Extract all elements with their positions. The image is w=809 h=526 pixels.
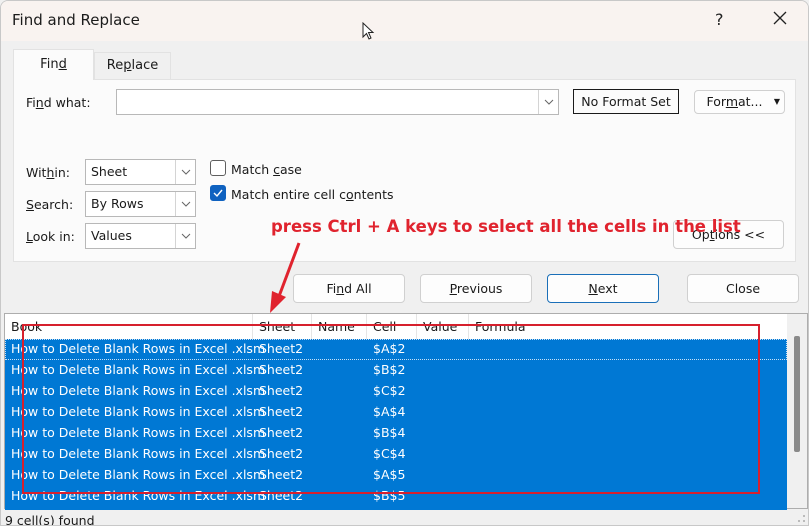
result-row[interactable]: How to Delete Blank Rows in Excel .xlsm S… [5,444,787,465]
look-in-label: Look in: [26,229,75,244]
cell-address: $A$5 [373,467,406,482]
cell-sheet: Sheet2 [259,341,304,356]
format-button[interactable]: Format... ▼ [694,90,785,114]
within-label: Within: [26,165,71,180]
cell-address: $B$4 [373,425,406,440]
search-dropdown-button[interactable] [175,192,195,216]
result-row[interactable]: How to Delete Blank Rows in Excel .xlsm S… [5,423,787,444]
chevron-down-icon [181,169,191,175]
format-preview: No Format Set [573,89,679,114]
cell-sheet: Sheet2 [259,404,304,419]
find-all-button[interactable]: Find All [293,274,405,303]
column-header-cell[interactable]: Cell [367,314,417,339]
within-select[interactable]: Sheet [85,159,196,185]
cell-address: $C$2 [373,383,406,398]
column-header-formula[interactable]: Formula [469,314,787,339]
result-row[interactable]: How to Delete Blank Rows in Excel .xlsm S… [5,465,787,486]
result-row[interactable]: How to Delete Blank Rows in Excel .xlsm S… [5,486,787,507]
column-header-book[interactable]: Book [5,314,253,339]
search-value: By Rows [91,196,144,211]
scrollbar-thumb[interactable] [794,336,800,452]
match-entire-cell-label[interactable]: Match entire cell contents [231,187,394,202]
cell-address: $B$2 [373,362,406,377]
cell-sheet: Sheet2 [259,467,304,482]
cell-book: How to Delete Blank Rows in Excel .xlsm [11,446,266,461]
result-row[interactable]: How to Delete Blank Rows in Excel .xlsm S… [5,360,787,381]
tab-replace-label: Re [106,58,124,73]
result-row[interactable]: How to Delete Blank Rows in Excel .xlsm S… [5,402,787,423]
close-button[interactable]: Close [687,274,799,303]
cell-sheet: Sheet2 [259,383,304,398]
cell-book: How to Delete Blank Rows in Excel .xlsm [11,404,266,419]
search-label: Search: [26,197,74,212]
cell-sheet: Sheet2 [259,488,304,503]
match-case-checkbox[interactable] [210,160,226,176]
look-in-dropdown-button[interactable] [175,224,195,248]
search-select[interactable]: By Rows [85,191,196,217]
tab-find-accesskey: d [58,57,67,72]
find-what-input[interactable] [120,93,535,111]
results-list[interactable]: Book Sheet Name Cell Value Formula How t… [4,313,808,510]
find-what-dropdown-button[interactable] [538,90,558,114]
find-what-combobox[interactable] [116,89,559,115]
column-header-value[interactable]: Value [417,314,469,339]
results-vertical-scrollbar[interactable] [787,314,807,508]
find-previous-button[interactable]: Previous [420,274,532,303]
checkmark-icon [213,189,223,198]
title-bar: Find and Replace ? [1,1,808,42]
cell-book: How to Delete Blank Rows in Excel .xlsm [11,425,266,440]
result-row[interactable]: How to Delete Blank Rows in Excel .xlsm S… [5,339,787,360]
result-row[interactable]: How to Delete Blank Rows in Excel .xlsm S… [5,381,787,402]
cell-address: $A$2 [373,341,406,356]
annotation-arrow-icon [270,242,301,313]
cell-address: $B$5 [373,488,406,503]
results-header: Book Sheet Name Cell Value Formula [5,314,787,339]
chevron-down-icon [544,99,554,105]
find-and-replace-dialog: Find and Replace ? Find Replace Find wha… [0,0,809,526]
tab-find[interactable]: Find [13,49,94,80]
match-entire-cell-checkbox[interactable] [210,185,226,201]
chevron-down-icon [181,201,191,207]
cell-address: $C$4 [373,446,406,461]
help-button[interactable]: ? [715,10,724,29]
tab-replace[interactable]: Replace [94,52,171,79]
look-in-select[interactable]: Values [85,223,196,249]
cell-book: How to Delete Blank Rows in Excel .xlsm [11,488,266,503]
status-text: 9 cell(s) found [5,513,95,526]
find-what-label: Find what: [26,95,91,110]
column-header-name[interactable]: Name [312,314,367,339]
cell-sheet: Sheet2 [259,362,304,377]
resize-grip-icon[interactable] [798,515,806,523]
tab-find-label: Fin [40,57,59,72]
cell-book: How to Delete Blank Rows in Excel .xlsm [11,341,266,356]
look-in-value: Values [91,228,132,243]
cell-sheet: Sheet2 [259,425,304,440]
within-dropdown-button[interactable] [175,160,195,184]
cell-book: How to Delete Blank Rows in Excel .xlsm [11,362,266,377]
results-rows: How to Delete Blank Rows in Excel .xlsm S… [5,339,787,510]
cell-book: How to Delete Blank Rows in Excel .xlsm [11,467,266,482]
dialog-title: Find and Replace [12,11,140,29]
close-icon[interactable] [769,7,791,29]
caret-down-icon: ▼ [773,97,780,106]
annotation-text: press Ctrl + A keys to select all the ce… [271,217,741,236]
cell-address: $A$4 [373,404,406,419]
mouse-pointer-icon [362,21,376,42]
cell-sheet: Sheet2 [259,446,304,461]
within-value: Sheet [91,164,128,179]
cell-book: How to Delete Blank Rows in Excel .xlsm [11,383,266,398]
match-case-label[interactable]: Match case [231,162,302,177]
tab-replace-label-rest: lace [131,58,159,73]
find-next-button[interactable]: Next [547,274,659,303]
chevron-down-icon [181,233,191,239]
